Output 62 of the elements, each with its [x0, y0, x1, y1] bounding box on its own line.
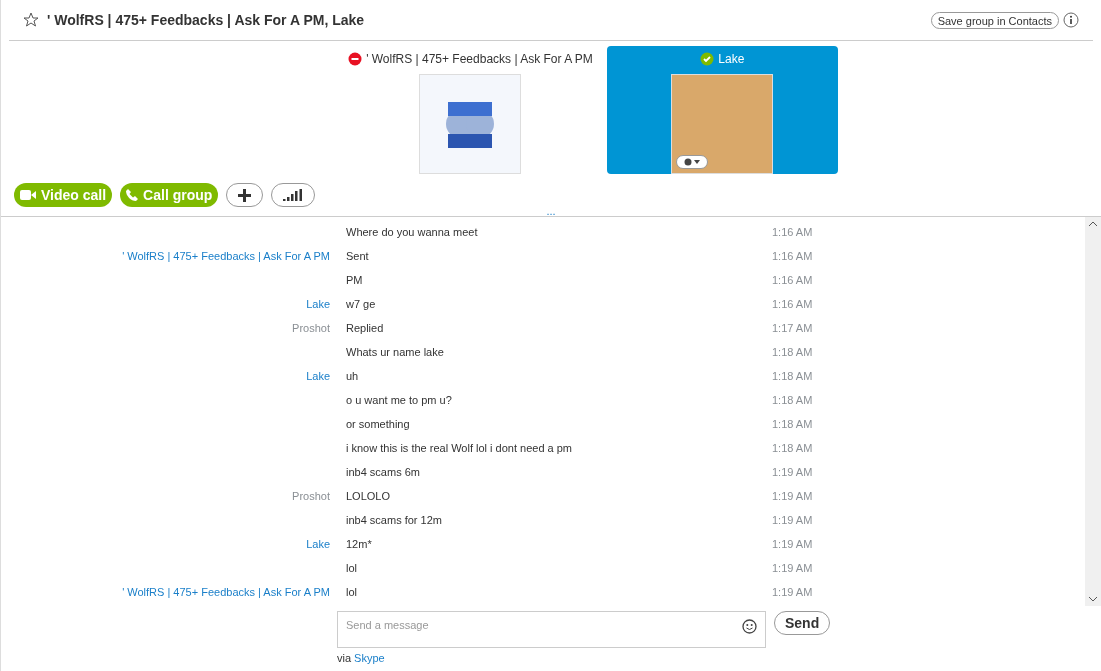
phone-icon: [126, 189, 139, 201]
signal-bars-icon: [283, 189, 304, 201]
scrollbar[interactable]: [1085, 217, 1101, 606]
message-text: Whats ur name lake: [346, 344, 445, 360]
message-time: 1:19 AM: [772, 464, 813, 480]
message-time: 1:19 AM: [772, 584, 813, 600]
message-text: 12m*: [346, 536, 373, 552]
message-text: PM: [346, 272, 364, 288]
sender-name: Lake: [306, 296, 330, 312]
video-call-button[interactable]: Video call: [14, 183, 113, 207]
message-time: 1:18 AM: [772, 392, 813, 408]
sender-name: Lake: [306, 368, 330, 384]
message-text: or something: [346, 416, 411, 432]
message-time: 1:16 AM: [772, 248, 813, 264]
message-text: w7 ge: [346, 296, 377, 312]
call-group-button[interactable]: Call group: [120, 183, 219, 207]
message-text: inb4 scams for 12m: [346, 512, 443, 528]
message-text: o u want me to pm u?: [346, 392, 453, 408]
message-text: Replied: [346, 320, 385, 336]
message-text: i know this is the real Wolf lol i dont need a pm: [346, 440, 574, 456]
message-text: Where do you wanna meet: [346, 224, 479, 240]
scroll-down-icon[interactable]: [1089, 597, 1097, 602]
message-time: 1:18 AM: [772, 344, 813, 360]
message-time: 1:19 AM: [772, 512, 813, 528]
message-time: 1:19 AM: [772, 560, 813, 576]
participant-name: ' WolfRS | 475+ Feedbacks | Ask For A PM: [366, 51, 593, 68]
plus-icon: [238, 188, 252, 202]
message-placeholder: Send a message: [346, 618, 429, 633]
caret-icon: [694, 160, 701, 164]
message-text: lol: [346, 560, 358, 576]
skype-menu-button[interactable]: [676, 155, 709, 169]
message-time: 1:16 AM: [772, 272, 813, 288]
sender-name: ' WolfRS | 475+ Feedbacks | Ask For A PM: [122, 584, 330, 600]
participant-card[interactable]: Lake: [606, 46, 838, 174]
message-time: 1:18 AM: [772, 368, 813, 384]
video-camera-icon: [20, 190, 36, 200]
star-icon[interactable]: [23, 12, 39, 28]
scroll-up-icon[interactable]: [1089, 221, 1097, 226]
sender-name: Proshot: [292, 488, 330, 504]
message-time: 1:16 AM: [772, 296, 813, 312]
message-time: 1:19 AM: [772, 488, 813, 504]
message-text: inb4 scams 6m: [346, 464, 421, 480]
smiley-icon[interactable]: [742, 619, 757, 634]
message-input[interactable]: Send a message: [337, 611, 766, 648]
conversation-title: ' WolfRS | 475+ Feedbacks | Ask For A PM, Lake: [47, 10, 365, 30]
more-indicator[interactable]: ...: [546, 207, 556, 216]
message-time: 1:18 AM: [772, 416, 813, 432]
message-time: 1:16 AM: [772, 224, 813, 240]
service-link[interactable]: Skype: [354, 650, 385, 667]
message-text: lol: [346, 584, 358, 600]
message-text: Sent: [346, 248, 370, 264]
sender-name: Proshot: [292, 320, 330, 336]
message-text: LOLOLO: [346, 488, 392, 504]
sender-name: Lake: [306, 536, 330, 552]
message-time: 1:19 AM: [772, 536, 813, 552]
message-text: uh: [346, 368, 360, 384]
message-time: 1:17 AM: [772, 320, 813, 336]
info-icon[interactable]: [1063, 12, 1079, 28]
participant-name: Lake: [718, 51, 745, 68]
message-time: 1:18 AM: [772, 440, 813, 456]
via-label: via: [337, 651, 352, 666]
sender-name: ' WolfRS | 475+ Feedbacks | Ask For A PM: [122, 248, 330, 264]
